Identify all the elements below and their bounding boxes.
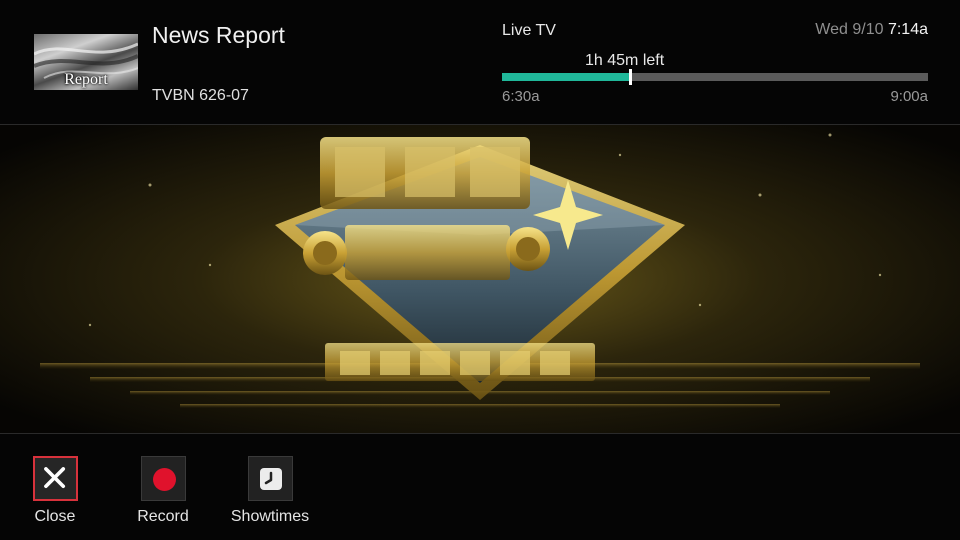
end-time: 9:00a — [890, 88, 928, 105]
close-icon — [43, 467, 65, 489]
program-thumbnail: Report — [34, 34, 138, 90]
show-title: News Report — [152, 22, 285, 48]
progress-marker — [628, 69, 632, 85]
record-button-label: Record — [137, 508, 189, 525]
live-tv-label: Live TV — [502, 22, 556, 39]
close-button-label: Close — [34, 508, 76, 525]
program-info-bar: Report News Report TVBN 626-07 Live TV 1… — [0, 0, 960, 125]
channel-number: TVBN 626-07 — [152, 87, 249, 104]
close-button[interactable]: Close — [32, 456, 78, 526]
video-frame — [0, 125, 960, 433]
record-icon — [152, 468, 176, 491]
current-time: 7:14a — [887, 21, 928, 38]
progress-fill — [502, 73, 630, 81]
program-progress-bar — [502, 69, 928, 85]
showtimes-button-label: Showtimes — [230, 508, 310, 525]
record-button-frame[interactable] — [140, 456, 186, 501]
showtimes-button[interactable]: Showtimes — [227, 456, 313, 526]
clock-icon — [259, 468, 282, 490]
thumbnail-text: Report — [64, 71, 108, 88]
close-button-frame[interactable] — [32, 456, 78, 501]
video-preview[interactable] — [0, 125, 960, 433]
action-bar: Close Record Showtimes — [0, 433, 960, 540]
record-button[interactable]: Record — [134, 456, 192, 526]
start-time: 6:30a — [502, 88, 540, 105]
current-date: Wed 9/10 — [815, 21, 884, 38]
time-remaining: 1h 45m left — [585, 52, 665, 69]
date-time: Wed 9/10 7:14a — [815, 21, 928, 39]
showtimes-button-frame[interactable] — [247, 456, 293, 501]
